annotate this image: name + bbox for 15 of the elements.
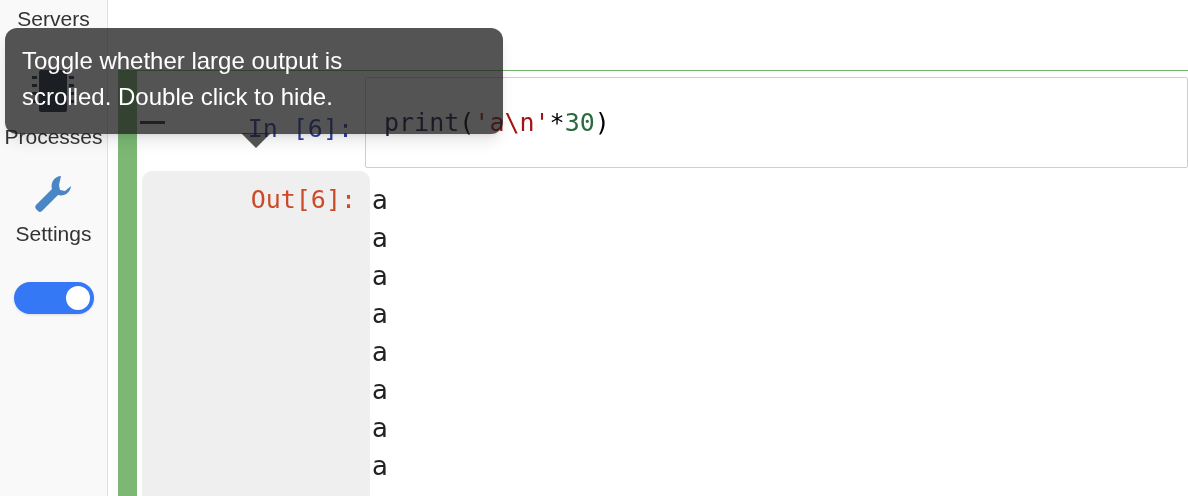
tooltip-text: Toggle whether large output is scrolled. Double click to hide. (22, 46, 344, 112)
sidebar-item[interactable]: Settings (15, 221, 92, 247)
output-line: a (372, 260, 388, 293)
output-line: a (372, 184, 388, 217)
toggle-switch[interactable] (13, 282, 94, 314)
output-line: a (372, 374, 388, 407)
output-line: a (372, 336, 388, 369)
output-line: a (372, 222, 388, 255)
sidebar-item[interactable]: Servers (17, 6, 90, 32)
wrench-icon (33, 174, 74, 214)
output-line: a (372, 298, 388, 331)
output-prompt: Out[6]: (250, 184, 356, 216)
output-line: a (372, 450, 388, 483)
output-prompt-area[interactable]: Out[6]: (142, 171, 370, 496)
output-line: a (372, 412, 388, 445)
